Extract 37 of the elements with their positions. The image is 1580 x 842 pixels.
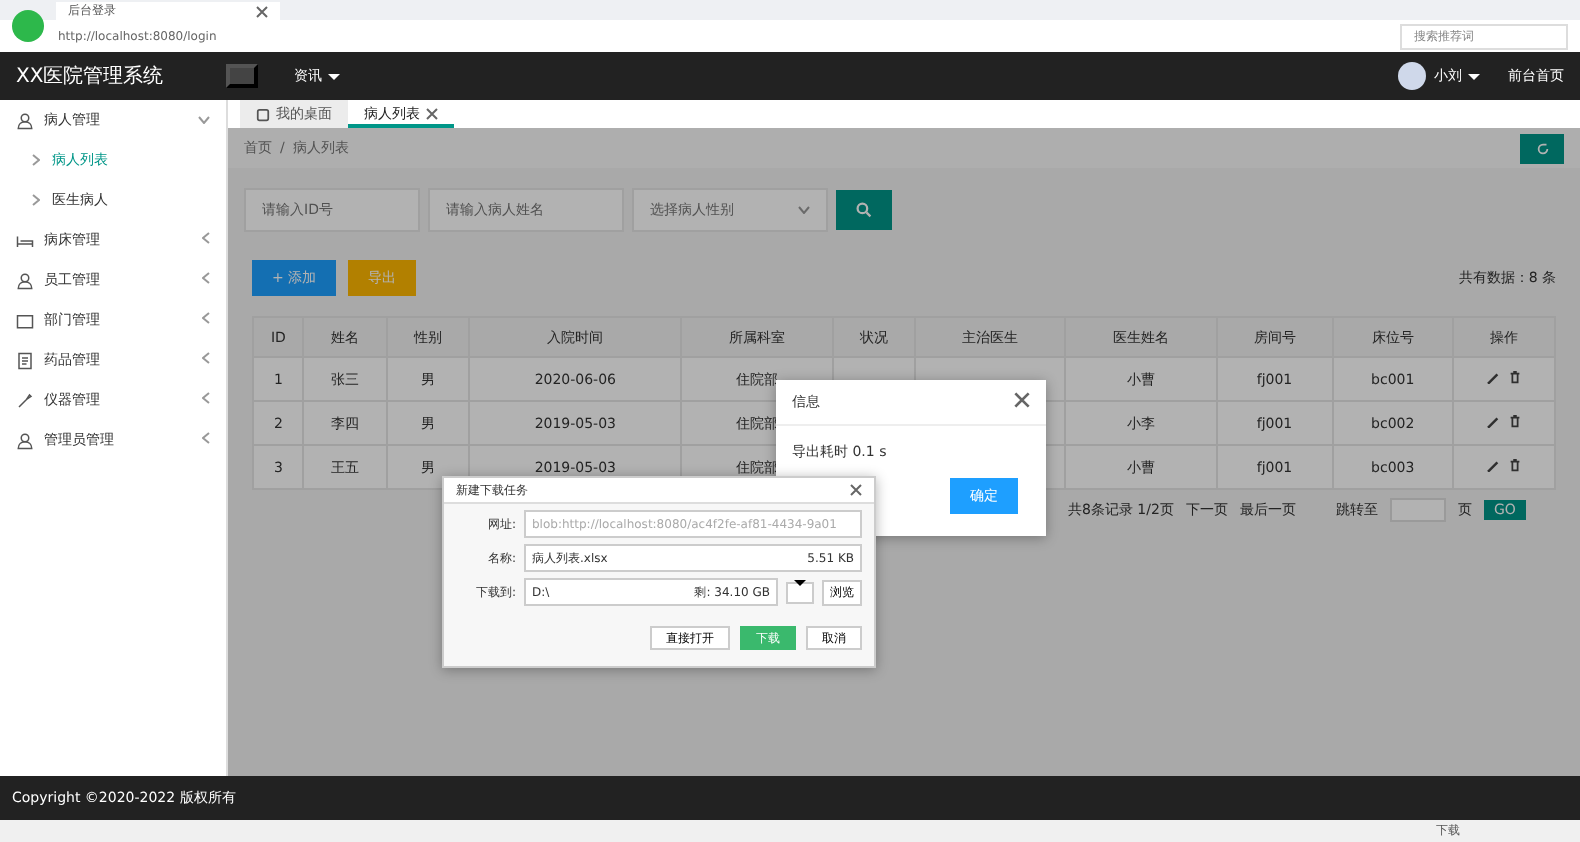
menu-button[interactable]: [226, 64, 258, 88]
pencil-icon[interactable]: [1485, 414, 1500, 428]
trash-icon[interactable]: [1507, 414, 1522, 428]
person-icon: [16, 271, 34, 289]
document-icon: [16, 351, 34, 369]
chevron-right-icon: [32, 154, 40, 166]
refresh-icon: [1535, 141, 1549, 155]
bed-icon: [16, 231, 34, 249]
refresh-button[interactable]: [1520, 133, 1564, 163]
chevron-right-icon: [32, 194, 40, 206]
search-button[interactable]: [836, 190, 892, 230]
trash-icon[interactable]: [1507, 458, 1522, 472]
pencil-icon[interactable]: [1485, 370, 1500, 384]
chevron-left-icon: [202, 272, 210, 284]
close-icon[interactable]: [256, 5, 268, 17]
avatar-icon: [1398, 62, 1426, 90]
chevron-left-icon: [202, 352, 210, 364]
chevron-down-icon: [798, 206, 810, 214]
chevron-down-icon: [198, 116, 210, 124]
app-title: XX医院管理系统: [16, 63, 166, 90]
close-icon[interactable]: [426, 108, 438, 120]
trash-icon[interactable]: [1507, 370, 1522, 384]
page-input[interactable]: [1389, 498, 1446, 522]
browser-logo-icon: [12, 10, 44, 42]
person-icon: [16, 431, 34, 449]
chevron-left-icon: [202, 312, 210, 324]
pencil-icon[interactable]: [1485, 458, 1500, 472]
dropdown-button[interactable]: [786, 581, 814, 603]
chevron-left-icon: [202, 232, 210, 244]
folder-icon: [16, 311, 34, 329]
person-icon: [16, 111, 34, 129]
chevron-left-icon: [202, 432, 210, 444]
chevron-left-icon: [202, 392, 210, 404]
search-icon: [856, 202, 872, 218]
close-icon[interactable]: [850, 484, 862, 496]
close-button[interactable]: [1014, 391, 1030, 413]
home-icon: [256, 107, 270, 121]
